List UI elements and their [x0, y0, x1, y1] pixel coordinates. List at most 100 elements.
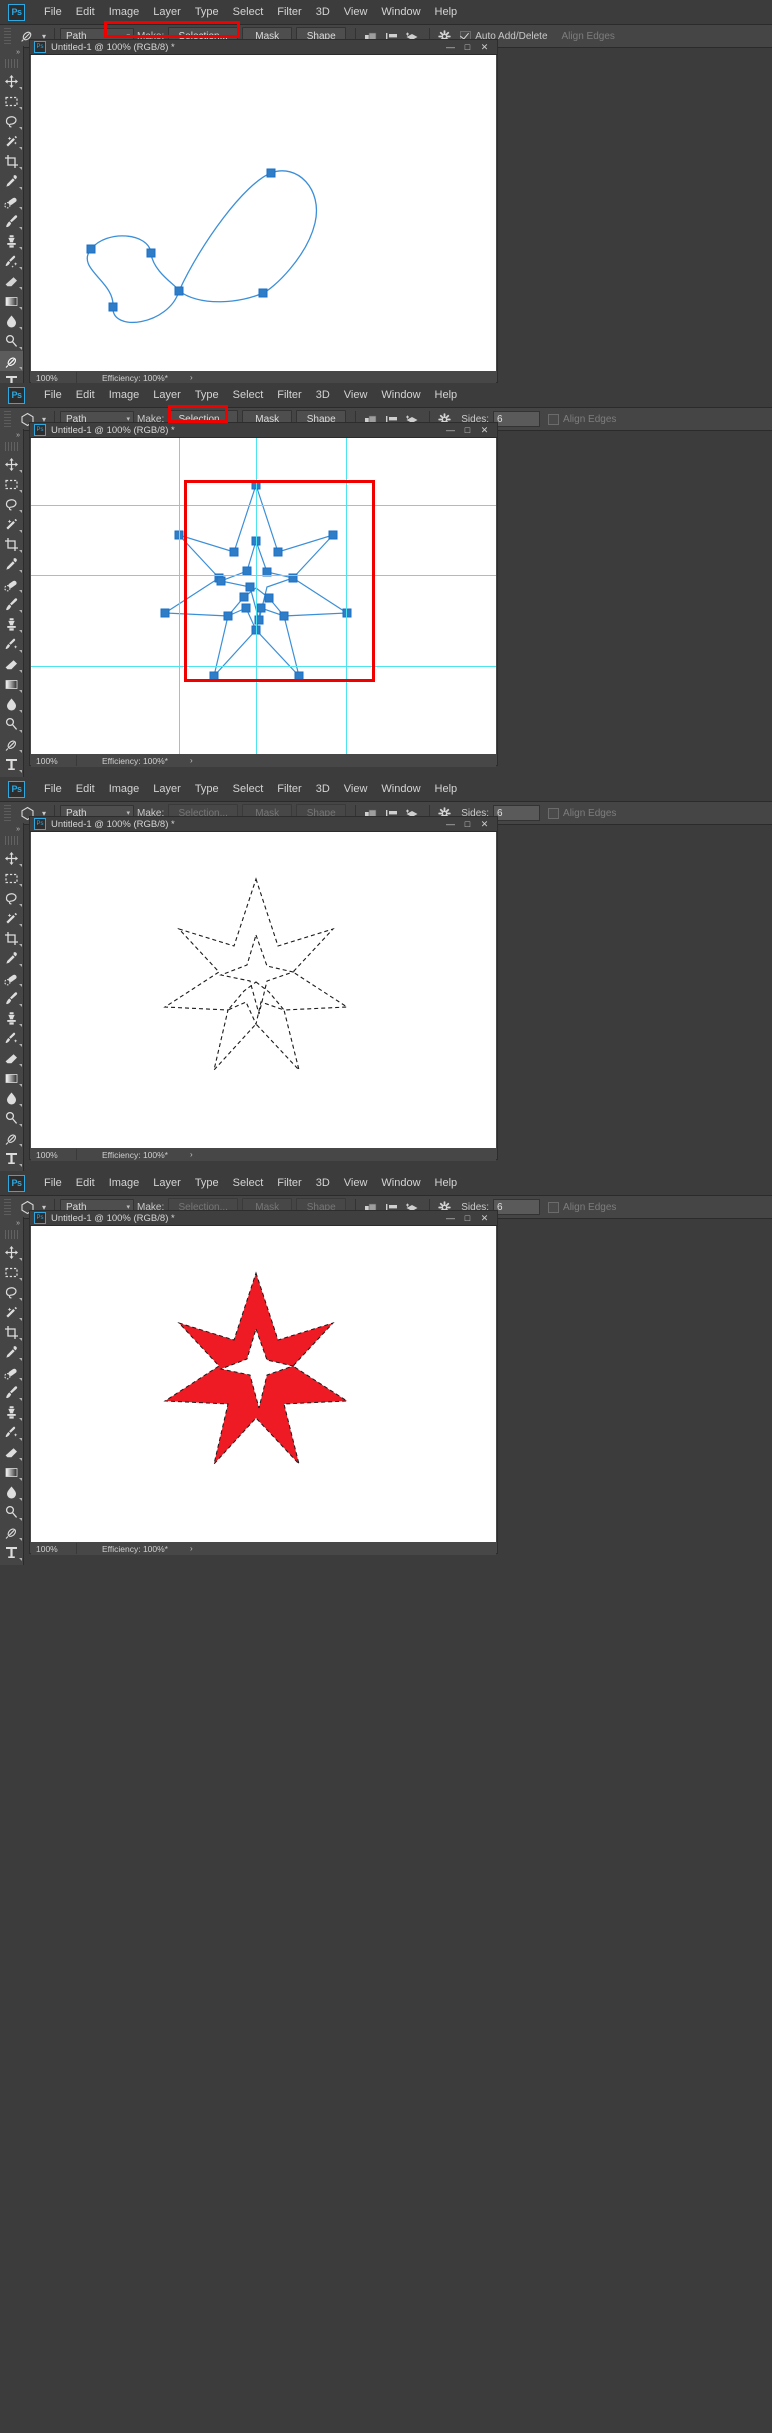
menu-image[interactable]: Image [102, 777, 147, 801]
canvas[interactable] [31, 832, 496, 1148]
tool-move[interactable] [0, 848, 23, 868]
status-expand-icon[interactable]: › [190, 1544, 193, 1553]
tool-dodge[interactable] [0, 331, 23, 351]
tool-type[interactable] [0, 1542, 23, 1562]
minimize-button[interactable]: — [442, 1212, 459, 1225]
maximize-button[interactable]: □ [459, 424, 476, 437]
menu-layer[interactable]: Layer [146, 777, 188, 801]
tool-dodge[interactable] [0, 1108, 23, 1128]
tool-rectangular-marquee[interactable] [0, 1262, 23, 1282]
tool-brush[interactable] [0, 1382, 23, 1402]
tool-pen[interactable] [0, 734, 23, 754]
tool-move[interactable] [0, 1242, 23, 1262]
tool-brush[interactable] [0, 211, 23, 231]
menu-window[interactable]: Window [374, 0, 427, 24]
tool-quick-selection[interactable] [0, 1302, 23, 1322]
tool-move[interactable] [0, 71, 23, 91]
tool-dodge[interactable] [0, 714, 23, 734]
close-button[interactable]: ✕ [476, 424, 493, 437]
minimize-button[interactable]: — [442, 424, 459, 437]
tool-gradient[interactable] [0, 1462, 23, 1482]
tool-history-brush[interactable] [0, 251, 23, 271]
tool-history-brush[interactable] [0, 1028, 23, 1048]
close-button[interactable]: ✕ [476, 818, 493, 831]
tool-eraser[interactable] [0, 271, 23, 291]
menu-file[interactable]: File [37, 777, 69, 801]
maximize-button[interactable]: □ [459, 41, 476, 54]
menu-image[interactable]: Image [102, 383, 147, 407]
menu-filter[interactable]: Filter [270, 777, 308, 801]
zoom-level[interactable]: 100% [31, 756, 76, 766]
document-title-bar[interactable]: Ps Untitled-1 @ 100% (RGB/8) * — □ ✕ [30, 423, 497, 438]
tool-eraser[interactable] [0, 1442, 23, 1462]
tool-rectangular-marquee[interactable] [0, 868, 23, 888]
status-expand-icon[interactable]: › [190, 373, 193, 382]
tool-eyedropper[interactable] [0, 948, 23, 968]
tool-lasso[interactable] [0, 888, 23, 908]
document-title-bar[interactable]: Ps Untitled-1 @ 100% (RGB/8) * — □ ✕ [30, 817, 497, 832]
menu-layer[interactable]: Layer [146, 1171, 188, 1195]
menu-3d[interactable]: 3D [309, 1171, 337, 1195]
close-button[interactable]: ✕ [476, 41, 493, 54]
tool-eyedropper[interactable] [0, 554, 23, 574]
tool-gradient[interactable] [0, 291, 23, 311]
status-expand-icon[interactable]: › [190, 1150, 193, 1159]
tool-path-selection[interactable] [0, 1562, 23, 1565]
tool-blur[interactable] [0, 1482, 23, 1502]
menu-window[interactable]: Window [374, 383, 427, 407]
tool-rectangular-marquee[interactable] [0, 474, 23, 494]
maximize-button[interactable]: □ [459, 818, 476, 831]
align-edges-checkbox[interactable] [548, 413, 560, 425]
menu-edit[interactable]: Edit [69, 1171, 102, 1195]
menu-help[interactable]: Help [428, 777, 465, 801]
tool-lasso[interactable] [0, 1282, 23, 1302]
menu-image[interactable]: Image [102, 0, 147, 24]
tools-panel-grip[interactable] [5, 1230, 18, 1239]
tool-healing-brush[interactable] [0, 968, 23, 988]
menu-edit[interactable]: Edit [69, 777, 102, 801]
tool-eraser[interactable] [0, 1048, 23, 1068]
align-edges-checkbox[interactable] [548, 1201, 560, 1213]
tool-move[interactable] [0, 454, 23, 474]
tool-blur[interactable] [0, 1088, 23, 1108]
tool-clone-stamp[interactable] [0, 1008, 23, 1028]
menu-type[interactable]: Type [188, 1171, 226, 1195]
tool-dodge[interactable] [0, 1502, 23, 1522]
menu-view[interactable]: View [337, 777, 375, 801]
options-bar-grip[interactable] [4, 805, 11, 821]
menu-file[interactable]: File [37, 1171, 69, 1195]
tool-type[interactable] [0, 754, 23, 774]
menu-filter[interactable]: Filter [270, 0, 308, 24]
menu-select[interactable]: Select [226, 1171, 271, 1195]
tool-history-brush[interactable] [0, 1422, 23, 1442]
tools-collapse-button[interactable]: » [0, 823, 23, 836]
menu-help[interactable]: Help [428, 0, 465, 24]
tool-lasso[interactable] [0, 494, 23, 514]
menu-3d[interactable]: 3D [309, 0, 337, 24]
menu-edit[interactable]: Edit [69, 0, 102, 24]
tool-quick-selection[interactable] [0, 908, 23, 928]
menu-filter[interactable]: Filter [270, 383, 308, 407]
tool-pen[interactable] [0, 1128, 23, 1148]
sides-input[interactable]: 6 [493, 411, 541, 427]
tool-blur[interactable] [0, 694, 23, 714]
tool-brush[interactable] [0, 594, 23, 614]
tool-gradient[interactable] [0, 1068, 23, 1088]
menu-select[interactable]: Select [226, 383, 271, 407]
tools-collapse-button[interactable]: » [0, 429, 23, 442]
tools-panel-grip[interactable] [5, 442, 18, 451]
menu-select[interactable]: Select [226, 0, 271, 24]
canvas[interactable] [31, 55, 496, 371]
tools-collapse-button[interactable]: » [0, 46, 23, 59]
sides-input[interactable]: 6 [493, 805, 541, 821]
canvas[interactable] [31, 1226, 496, 1542]
options-bar-grip[interactable] [4, 411, 11, 427]
tool-type[interactable] [0, 371, 23, 383]
menu-image[interactable]: Image [102, 1171, 147, 1195]
menu-type[interactable]: Type [188, 777, 226, 801]
document-title-bar[interactable]: Ps Untitled-1 @ 100% (RGB/8) * — □ ✕ [30, 40, 497, 55]
tool-quick-selection[interactable] [0, 131, 23, 151]
tool-rectangular-marquee[interactable] [0, 91, 23, 111]
tool-eyedropper[interactable] [0, 171, 23, 191]
tool-blur[interactable] [0, 311, 23, 331]
